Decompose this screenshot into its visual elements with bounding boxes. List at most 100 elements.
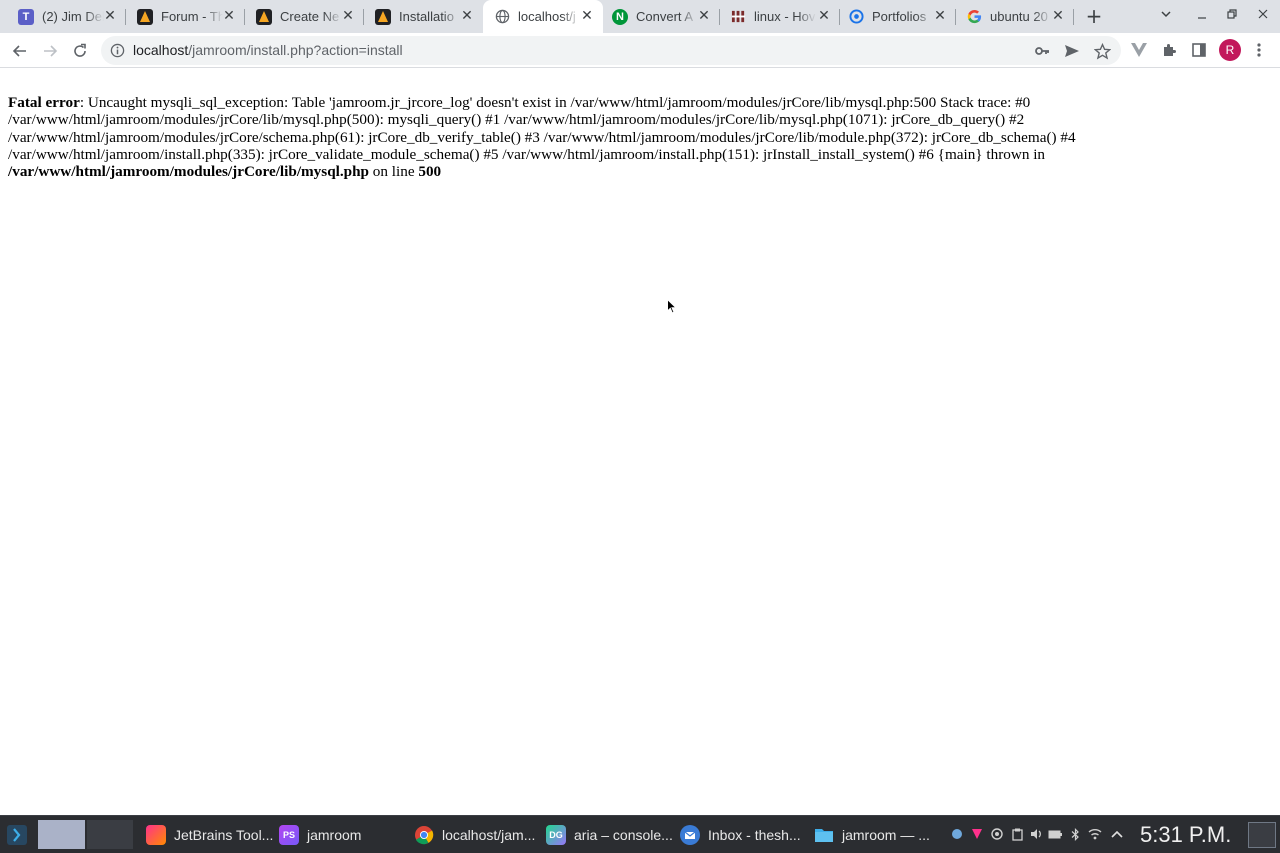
star-icon[interactable]	[1093, 42, 1111, 60]
extensions-puzzle-icon[interactable]	[1158, 39, 1180, 61]
mouse-cursor-icon	[667, 299, 677, 314]
browser-toolbar: localhost/jamroom/install.php?action=ins…	[0, 33, 1280, 68]
teams-icon: T	[18, 8, 34, 25]
restore-button[interactable]	[1220, 5, 1244, 27]
new-tab-button[interactable]: +	[1083, 5, 1105, 27]
task-jetbrains-toolbox[interactable]: JetBrains Tool...	[146, 820, 273, 850]
task-label: Inbox - thesh...	[708, 827, 801, 843]
url-text[interactable]: localhost/jamroom/install.php?action=ins…	[133, 42, 403, 58]
app-launcher-button[interactable]	[4, 822, 30, 848]
tab-title: Installatio	[399, 9, 454, 24]
close-icon[interactable]: ✕	[340, 8, 356, 24]
battery-icon[interactable]	[1048, 827, 1062, 841]
close-icon[interactable]: ✕	[102, 8, 118, 24]
task-phpstorm[interactable]: PS jamroom	[279, 820, 361, 850]
jamroom-icon	[256, 8, 272, 25]
close-icon[interactable]: ✕	[932, 8, 948, 24]
thunderbird-icon	[680, 825, 700, 845]
page-content: Fatal error: Uncaught mysqli_sql_excepti…	[0, 69, 1280, 812]
error-file: /var/www/html/jamroom/modules/jrCore/lib…	[8, 163, 369, 181]
tray-jetbrains-icon[interactable]	[970, 827, 984, 841]
tray-steam-icon[interactable]	[990, 827, 1004, 841]
info-icon[interactable]	[110, 43, 125, 58]
reload-icon	[74, 43, 86, 57]
close-icon[interactable]: ✕	[579, 8, 595, 24]
restore-icon	[1227, 9, 1237, 19]
show-desktop-button[interactable]	[1248, 822, 1276, 848]
arrow-right-icon	[44, 45, 58, 57]
side-panel-icon[interactable]	[1188, 39, 1210, 61]
url-path: /jamroom/install.php?action=install	[188, 42, 403, 58]
tab-title: ubuntu 20	[990, 9, 1048, 24]
address-bar[interactable]: localhost/jamroom/install.php?action=ins…	[101, 36, 1121, 65]
tab-title: localhost/j	[518, 9, 576, 24]
taskbar: JetBrains Tool... PS jamroom localhost/j…	[0, 815, 1280, 853]
tab-create-new[interactable]: Create Ne ✕	[238, 0, 364, 33]
php-fatal-error: Fatal error: Uncaught mysqli_sql_excepti…	[8, 94, 1270, 180]
close-icon[interactable]: ✕	[1050, 8, 1066, 24]
tray-app-icon[interactable]	[950, 827, 964, 841]
back-button[interactable]	[8, 39, 32, 63]
task-chrome[interactable]: localhost/jam...	[414, 820, 535, 850]
clipboard-icon[interactable]	[1010, 827, 1024, 841]
jamroom-icon	[137, 8, 153, 25]
tab-portfolios[interactable]: Portfolios ✕	[840, 0, 956, 33]
arrow-left-icon	[12, 45, 26, 57]
tab-linux[interactable]: linux - Hov ✕	[720, 0, 840, 33]
portfolio-icon	[848, 9, 864, 25]
task-dolphin[interactable]: jamroom — ...	[814, 820, 930, 850]
forward-button[interactable]	[38, 39, 62, 63]
kde-launcher-icon	[7, 825, 27, 845]
minimize-button[interactable]	[1190, 5, 1214, 27]
task-label: localhost/jam...	[442, 827, 536, 843]
task-label: aria – console...	[574, 827, 673, 843]
error-label: Fatal error	[8, 94, 80, 111]
close-icon[interactable]: ✕	[459, 8, 475, 24]
virtual-desktop-2[interactable]	[87, 820, 133, 849]
tab-search-button[interactable]	[1154, 5, 1178, 27]
tab-localhost-active[interactable]: localhost/j ✕	[483, 0, 603, 33]
globe-icon	[494, 9, 510, 25]
minimize-icon	[1198, 17, 1206, 19]
tab-title: Create Ne	[280, 9, 340, 24]
nginx-icon: N	[612, 8, 628, 25]
task-datagrip[interactable]: DG aria – console...	[546, 820, 673, 850]
on-line-text: on line	[369, 163, 419, 181]
clock[interactable]: 5:31 P.M.	[1140, 822, 1231, 848]
tab-strip: T (2) Jim Del ✕ Forum - Th ✕ Create Ne ✕…	[0, 0, 1280, 33]
google-icon	[966, 9, 982, 25]
key-icon[interactable]	[1033, 42, 1051, 60]
tab-title: Portfolios	[872, 9, 927, 24]
tab-title: Convert A	[636, 9, 694, 24]
close-window-button[interactable]	[1251, 5, 1275, 27]
close-icon[interactable]: ✕	[221, 8, 237, 24]
task-thunderbird[interactable]: Inbox - thesh...	[680, 820, 801, 850]
tab-separator	[1073, 9, 1074, 25]
bluetooth-icon[interactable]	[1068, 827, 1082, 841]
close-icon[interactable]: ✕	[696, 8, 712, 24]
error-message: : Uncaught mysqli_sql_exception: Table '…	[8, 94, 1076, 163]
virtual-desktop-1[interactable]	[38, 820, 85, 849]
task-label: JetBrains Tool...	[174, 827, 274, 843]
task-label: jamroom	[307, 827, 362, 843]
tab-convert[interactable]: N Convert A ✕	[598, 0, 720, 33]
tray-expand-icon[interactable]	[1110, 827, 1124, 841]
kebab-menu-icon[interactable]	[1248, 39, 1270, 61]
tab-ubuntu[interactable]: ubuntu 20 ✕	[956, 0, 1074, 33]
tab-forum[interactable]: Forum - Th ✕	[119, 0, 245, 33]
tab-installation[interactable]: Installatio ✕	[357, 0, 483, 33]
tab-teams[interactable]: T (2) Jim Del ✕	[0, 0, 126, 33]
close-icon[interactable]: ✕	[816, 8, 832, 24]
send-icon[interactable]	[1063, 42, 1081, 60]
reload-button[interactable]	[68, 39, 92, 63]
chevron-down-icon	[1161, 11, 1171, 18]
profile-avatar[interactable]: R	[1219, 39, 1241, 61]
close-icon	[1258, 9, 1268, 19]
volume-icon[interactable]	[1029, 827, 1043, 841]
phpstorm-icon: PS	[279, 825, 299, 845]
error-line: 500	[418, 163, 442, 181]
vue-devtools-icon[interactable]	[1128, 39, 1150, 61]
url-host: localhost	[133, 42, 189, 58]
dolphin-folder-icon	[814, 825, 834, 845]
wifi-icon[interactable]	[1088, 827, 1102, 841]
